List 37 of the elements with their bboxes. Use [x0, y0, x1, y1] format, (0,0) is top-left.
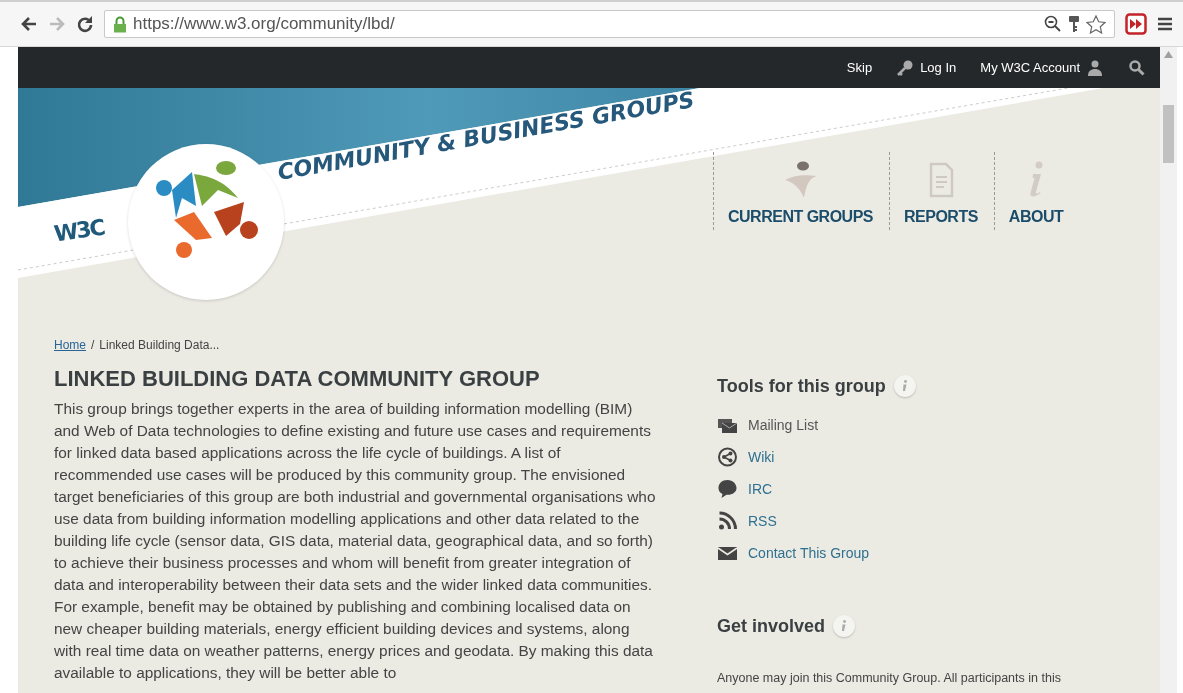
rss-icon — [717, 511, 738, 531]
zoom-out-icon[interactable] — [1044, 15, 1062, 33]
tool-link[interactable]: Mailing List — [748, 417, 819, 433]
skip-link[interactable]: Skip — [846, 60, 873, 75]
extension-icon[interactable] — [1125, 13, 1147, 35]
star-icon[interactable] — [1086, 14, 1106, 34]
address-bar[interactable]: https://www.w3.org/community/lbd/ — [104, 10, 1115, 38]
people-circle-icon — [156, 160, 258, 260]
reload-icon[interactable] — [76, 15, 94, 33]
user-icon — [1086, 58, 1104, 77]
w3c-logo[interactable]: W3C — [52, 214, 106, 247]
speech-bubble-icon — [717, 479, 738, 499]
home-link[interactable]: Home — [54, 338, 86, 352]
tool-link[interactable]: Wiki — [748, 449, 775, 465]
breadcrumb-current: Linked Building Data... — [99, 338, 220, 352]
tool-link[interactable]: Contact This Group — [748, 545, 870, 561]
account-link[interactable]: My W3C Account — [980, 58, 1104, 77]
join-text: Anyone may join this Community Group. All participants in this — [717, 671, 1062, 685]
menu-icon[interactable] — [1157, 16, 1173, 32]
search-icon[interactable] — [1128, 58, 1146, 77]
tool-link[interactable]: RSS — [748, 513, 777, 529]
nav-item[interactable]: REPORTS — [889, 152, 994, 230]
lock-icon — [113, 15, 127, 33]
key-icon[interactable] — [1068, 15, 1080, 33]
tool-link[interactable]: IRC — [748, 481, 773, 497]
page-title: LINKED BUILDING DATA COMMUNITY GROUP — [54, 366, 541, 392]
nav-item[interactable]: CURRENT GROUPS — [713, 152, 889, 230]
nav-item[interactable]: ABOUT — [993, 152, 1080, 230]
section-heading: Get involved — [717, 615, 826, 637]
breadcrumb-separator: / — [91, 338, 95, 352]
login-link[interactable]: Log In — [896, 58, 957, 77]
description: This group brings together experts in the area of building information modelling (BIM) and Web of Data technologies to define existing and future use cases and requirements for linked data based applications across the life cycle of buildings. A list of recommended use cases will be produced by this community group. The envisioned target beneficiaries of this group are both industrial and governmental organisations who use data from building information modelling applications and other data related to the building life cycle (sensor data, GIS data, material data, geographical data, and so forth) to achieve their business processes and whom will benefit from greater integration of data and interoperability between their data sets and the wider linked data communities. For example, benefit may be obtained by publishing and combining localised data on new cheaper building materials, energy efficient building devices and systems, along with real time data on weather patterns, energy prices and geodata. By making this data available to applications, they will be better able to — [54, 399, 657, 683]
key-icon — [896, 58, 915, 77]
share-icon — [717, 447, 738, 467]
back-icon[interactable] — [20, 15, 38, 33]
scroll-thumb[interactable] — [1163, 105, 1174, 163]
section-heading: Tools for this group — [717, 375, 886, 397]
